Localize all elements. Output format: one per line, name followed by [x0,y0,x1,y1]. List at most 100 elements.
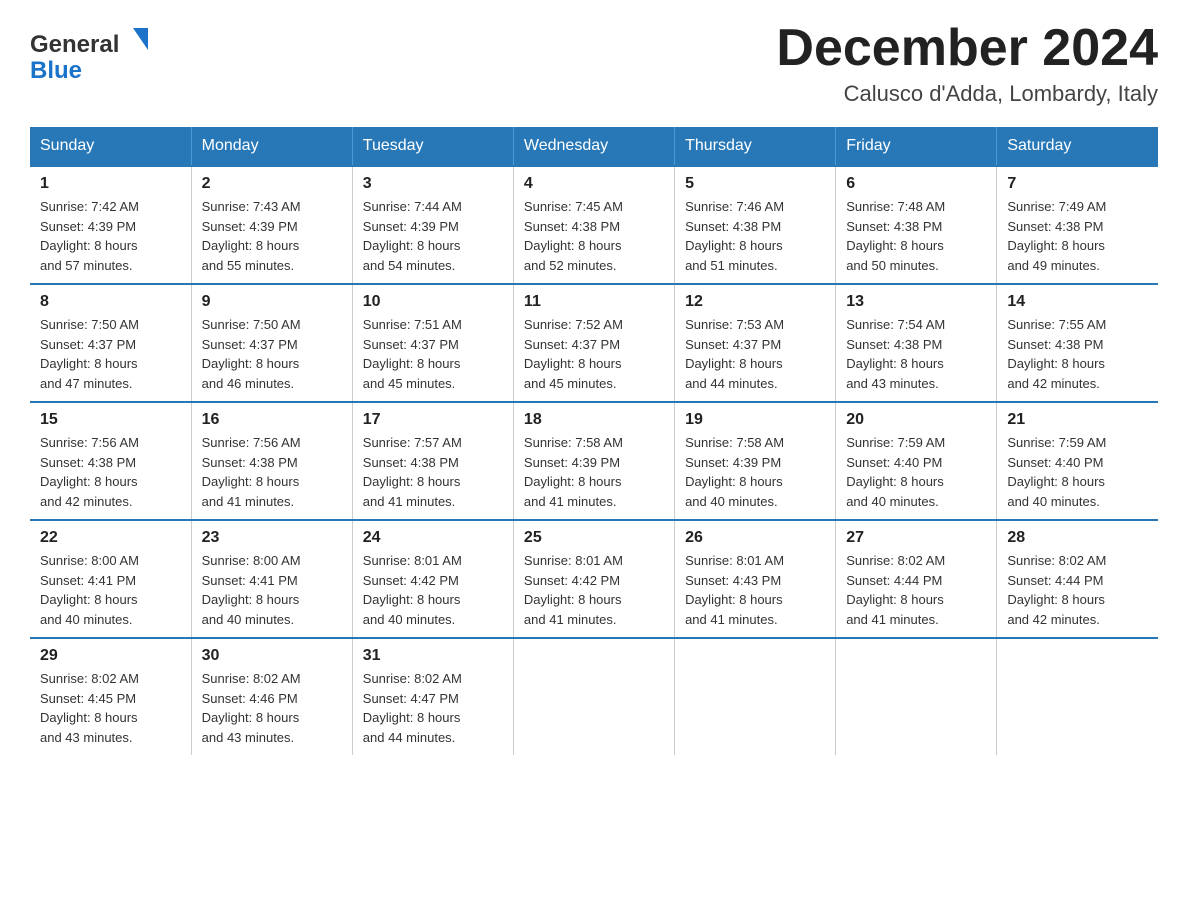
day-number: 19 [685,411,825,429]
table-row: 22 Sunrise: 8:00 AM Sunset: 4:41 PM Dayl… [30,520,191,638]
day-number: 2 [202,175,342,193]
day-info: Sunrise: 7:44 AM Sunset: 4:39 PM Dayligh… [363,197,503,275]
table-row: 27 Sunrise: 8:02 AM Sunset: 4:44 PM Dayl… [836,520,997,638]
day-info: Sunrise: 7:49 AM Sunset: 4:38 PM Dayligh… [1007,197,1148,275]
table-row [675,638,836,755]
logo: General Blue [30,20,160,90]
day-info: Sunrise: 7:58 AM Sunset: 4:39 PM Dayligh… [685,433,825,511]
day-number: 29 [40,647,181,665]
table-row: 19 Sunrise: 7:58 AM Sunset: 4:39 PM Dayl… [675,402,836,520]
day-info: Sunrise: 8:01 AM Sunset: 4:42 PM Dayligh… [524,551,664,629]
calendar-table: Sunday Monday Tuesday Wednesday Thursday… [30,127,1158,755]
day-info: Sunrise: 7:42 AM Sunset: 4:39 PM Dayligh… [40,197,181,275]
day-info: Sunrise: 7:50 AM Sunset: 4:37 PM Dayligh… [40,315,181,393]
table-row [836,638,997,755]
day-info: Sunrise: 8:02 AM Sunset: 4:45 PM Dayligh… [40,669,181,747]
table-row: 1 Sunrise: 7:42 AM Sunset: 4:39 PM Dayli… [30,166,191,284]
day-info: Sunrise: 7:58 AM Sunset: 4:39 PM Dayligh… [524,433,664,511]
day-number: 6 [846,175,986,193]
col-saturday: Saturday [997,127,1158,166]
table-row: 12 Sunrise: 7:53 AM Sunset: 4:37 PM Dayl… [675,284,836,402]
table-row: 30 Sunrise: 8:02 AM Sunset: 4:46 PM Dayl… [191,638,352,755]
day-info: Sunrise: 7:57 AM Sunset: 4:38 PM Dayligh… [363,433,503,511]
day-info: Sunrise: 7:48 AM Sunset: 4:38 PM Dayligh… [846,197,986,275]
table-row: 3 Sunrise: 7:44 AM Sunset: 4:39 PM Dayli… [352,166,513,284]
day-number: 28 [1007,529,1148,547]
table-row [997,638,1158,755]
day-info: Sunrise: 8:00 AM Sunset: 4:41 PM Dayligh… [40,551,181,629]
header-title-area: December 2024 Calusco d'Adda, Lombardy, … [776,20,1158,107]
table-row: 10 Sunrise: 7:51 AM Sunset: 4:37 PM Dayl… [352,284,513,402]
day-info: Sunrise: 8:01 AM Sunset: 4:42 PM Dayligh… [363,551,503,629]
day-number: 7 [1007,175,1148,193]
table-row: 21 Sunrise: 7:59 AM Sunset: 4:40 PM Dayl… [997,402,1158,520]
table-row: 18 Sunrise: 7:58 AM Sunset: 4:39 PM Dayl… [513,402,674,520]
day-info: Sunrise: 7:53 AM Sunset: 4:37 PM Dayligh… [685,315,825,393]
day-number: 14 [1007,293,1148,311]
table-row: 17 Sunrise: 7:57 AM Sunset: 4:38 PM Dayl… [352,402,513,520]
day-number: 17 [363,411,503,429]
location-subtitle: Calusco d'Adda, Lombardy, Italy [776,81,1158,107]
table-row [513,638,674,755]
day-number: 11 [524,293,664,311]
table-row: 2 Sunrise: 7:43 AM Sunset: 4:39 PM Dayli… [191,166,352,284]
day-number: 5 [685,175,825,193]
day-number: 24 [363,529,503,547]
table-row: 13 Sunrise: 7:54 AM Sunset: 4:38 PM Dayl… [836,284,997,402]
logo-image: General Blue [30,20,160,90]
day-info: Sunrise: 7:56 AM Sunset: 4:38 PM Dayligh… [40,433,181,511]
day-number: 18 [524,411,664,429]
table-row: 31 Sunrise: 8:02 AM Sunset: 4:47 PM Dayl… [352,638,513,755]
day-number: 13 [846,293,986,311]
day-info: Sunrise: 7:51 AM Sunset: 4:37 PM Dayligh… [363,315,503,393]
day-info: Sunrise: 7:52 AM Sunset: 4:37 PM Dayligh… [524,315,664,393]
day-info: Sunrise: 7:59 AM Sunset: 4:40 PM Dayligh… [846,433,986,511]
day-number: 8 [40,293,181,311]
svg-text:General: General [30,31,119,58]
day-number: 22 [40,529,181,547]
table-row: 15 Sunrise: 7:56 AM Sunset: 4:38 PM Dayl… [30,402,191,520]
day-info: Sunrise: 7:43 AM Sunset: 4:39 PM Dayligh… [202,197,342,275]
table-row: 24 Sunrise: 8:01 AM Sunset: 4:42 PM Dayl… [352,520,513,638]
day-number: 4 [524,175,664,193]
day-info: Sunrise: 8:02 AM Sunset: 4:46 PM Dayligh… [202,669,342,747]
svg-text:Blue: Blue [30,57,82,84]
day-info: Sunrise: 7:59 AM Sunset: 4:40 PM Dayligh… [1007,433,1148,511]
table-row: 23 Sunrise: 8:00 AM Sunset: 4:41 PM Dayl… [191,520,352,638]
table-row: 5 Sunrise: 7:46 AM Sunset: 4:38 PM Dayli… [675,166,836,284]
day-info: Sunrise: 7:56 AM Sunset: 4:38 PM Dayligh… [202,433,342,511]
table-row: 11 Sunrise: 7:52 AM Sunset: 4:37 PM Dayl… [513,284,674,402]
day-info: Sunrise: 7:50 AM Sunset: 4:37 PM Dayligh… [202,315,342,393]
day-number: 26 [685,529,825,547]
day-number: 30 [202,647,342,665]
page-header: General Blue December 2024 Calusco d'Add… [30,20,1158,107]
table-row: 9 Sunrise: 7:50 AM Sunset: 4:37 PM Dayli… [191,284,352,402]
table-row: 14 Sunrise: 7:55 AM Sunset: 4:38 PM Dayl… [997,284,1158,402]
calendar-week-row-5: 29 Sunrise: 8:02 AM Sunset: 4:45 PM Dayl… [30,638,1158,755]
day-info: Sunrise: 8:00 AM Sunset: 4:41 PM Dayligh… [202,551,342,629]
col-monday: Monday [191,127,352,166]
table-row: 28 Sunrise: 8:02 AM Sunset: 4:44 PM Dayl… [997,520,1158,638]
table-row: 26 Sunrise: 8:01 AM Sunset: 4:43 PM Dayl… [675,520,836,638]
day-number: 16 [202,411,342,429]
day-number: 21 [1007,411,1148,429]
month-year-title: December 2024 [776,20,1158,77]
day-number: 23 [202,529,342,547]
col-friday: Friday [836,127,997,166]
col-tuesday: Tuesday [352,127,513,166]
calendar-week-row-3: 15 Sunrise: 7:56 AM Sunset: 4:38 PM Dayl… [30,402,1158,520]
table-row: 6 Sunrise: 7:48 AM Sunset: 4:38 PM Dayli… [836,166,997,284]
table-row: 4 Sunrise: 7:45 AM Sunset: 4:38 PM Dayli… [513,166,674,284]
table-row: 29 Sunrise: 8:02 AM Sunset: 4:45 PM Dayl… [30,638,191,755]
table-row: 8 Sunrise: 7:50 AM Sunset: 4:37 PM Dayli… [30,284,191,402]
day-info: Sunrise: 8:02 AM Sunset: 4:44 PM Dayligh… [1007,551,1148,629]
day-info: Sunrise: 7:45 AM Sunset: 4:38 PM Dayligh… [524,197,664,275]
day-number: 3 [363,175,503,193]
table-row: 7 Sunrise: 7:49 AM Sunset: 4:38 PM Dayli… [997,166,1158,284]
calendar-week-row-1: 1 Sunrise: 7:42 AM Sunset: 4:39 PM Dayli… [30,166,1158,284]
day-info: Sunrise: 8:02 AM Sunset: 4:44 PM Dayligh… [846,551,986,629]
day-number: 27 [846,529,986,547]
day-number: 12 [685,293,825,311]
day-info: Sunrise: 8:02 AM Sunset: 4:47 PM Dayligh… [363,669,503,747]
col-wednesday: Wednesday [513,127,674,166]
